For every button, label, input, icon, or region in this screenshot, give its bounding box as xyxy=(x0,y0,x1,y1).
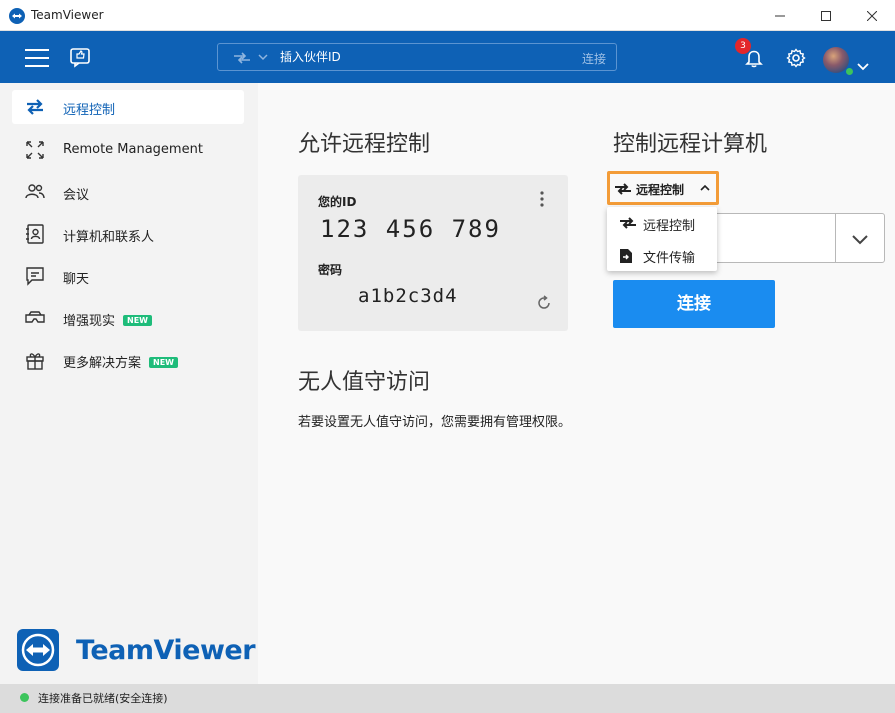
notification-count-badge: 3 xyxy=(735,38,751,54)
connection-mode-toggle[interactable]: 远程控制 xyxy=(607,171,719,205)
new-badge: NEW xyxy=(123,315,152,326)
chevron-down-icon[interactable] xyxy=(857,56,869,75)
ar-goggles-icon xyxy=(25,311,45,323)
sidebar-item-label: 远程控制 xyxy=(63,103,116,118)
sidebar-item-chat[interactable]: 聊天 xyxy=(12,259,244,293)
sidebar: 远程控制 Remote Management 会议 计算机和联系人 聊天 增强现… xyxy=(0,83,258,684)
connection-mode-dropdown: 远程控制 文件传输 xyxy=(607,207,717,271)
new-badge: NEW xyxy=(149,357,178,368)
swap-arrows-icon xyxy=(234,52,250,64)
password-label: 密码 xyxy=(318,263,343,277)
sidebar-item-label: Remote Management xyxy=(63,142,203,157)
sidebar-item-label: 增强现实 NEW xyxy=(63,310,152,329)
partner-id-search[interactable]: 连接 xyxy=(217,43,617,71)
dropdown-item-label: 远程控制 xyxy=(643,219,696,234)
sidebar-item-label: 聊天 xyxy=(63,272,90,287)
close-button[interactable] xyxy=(849,0,895,31)
connection-status-dot xyxy=(20,693,29,702)
dropdown-item-label: 文件传输 xyxy=(643,251,696,266)
feedback-icon[interactable] xyxy=(69,46,91,72)
people-icon xyxy=(25,184,45,199)
sidebar-item-more-solutions[interactable]: 更多解决方案 NEW xyxy=(12,343,244,377)
swap-arrows-icon xyxy=(27,99,43,115)
teamviewer-brand: TeamViewer xyxy=(17,629,256,671)
gear-icon[interactable] xyxy=(786,48,806,72)
sidebar-item-computers-contacts[interactable]: 计算机和联系人 xyxy=(12,217,244,251)
divider xyxy=(835,214,836,262)
maximize-button[interactable] xyxy=(803,0,849,31)
more-options-icon[interactable] xyxy=(540,191,544,211)
control-remote-computer-title: 控制远程计算机 xyxy=(613,132,768,157)
sidebar-item-meeting[interactable]: 会议 xyxy=(12,175,244,209)
chevron-down-icon[interactable] xyxy=(851,231,869,250)
contact-book-icon xyxy=(26,224,44,244)
chat-icon xyxy=(26,267,44,286)
connection-status-text: 连接准备已就绪(安全连接) xyxy=(38,692,168,705)
connect-button[interactable]: 连接 xyxy=(613,280,775,328)
swap-arrows-icon xyxy=(620,217,636,229)
teamviewer-logo-icon xyxy=(9,8,25,24)
title-bar: TeamViewer xyxy=(0,0,895,31)
allow-remote-control-title: 允许远程控制 xyxy=(298,132,431,157)
unattended-access-description: 若要设置无人值守访问，您需要拥有管理权限。 xyxy=(298,415,572,430)
sidebar-item-label: 更多解决方案 NEW xyxy=(63,352,178,371)
sidebar-item-label: 会议 xyxy=(63,188,90,203)
main-content: 允许远程控制 您的ID 123 456 789 密码 a1b2c3d4 无人值守… xyxy=(258,83,895,684)
swap-arrows-icon xyxy=(615,183,631,195)
refresh-password-icon[interactable] xyxy=(536,295,552,315)
connection-mode-label: 远程控制 xyxy=(636,183,685,197)
gift-icon xyxy=(26,353,44,370)
sidebar-item-label: 计算机和联系人 xyxy=(63,230,155,245)
partner-id-input[interactable] xyxy=(280,47,560,67)
file-transfer-icon xyxy=(620,249,632,263)
teamviewer-logo-icon xyxy=(17,629,59,671)
header-connect-link[interactable]: 连接 xyxy=(582,50,606,67)
top-header: 连接 3 xyxy=(0,31,895,83)
id-card: 您的ID 123 456 789 密码 a1b2c3d4 xyxy=(298,175,568,331)
unattended-access-title: 无人值守访问 xyxy=(298,370,431,395)
hamburger-menu-icon[interactable] xyxy=(25,49,49,67)
dropdown-item-file-transfer[interactable]: 文件传输 xyxy=(607,239,717,271)
brand-name: TeamViewer xyxy=(76,635,256,666)
chevron-up-icon xyxy=(700,184,710,191)
your-id-value: 123 456 789 xyxy=(320,215,501,243)
chevron-down-icon[interactable] xyxy=(258,54,268,61)
minimize-button[interactable] xyxy=(757,0,803,31)
password-value: a1b2c3d4 xyxy=(358,285,458,307)
dropdown-item-remote-control[interactable]: 远程控制 xyxy=(607,207,717,239)
online-status-dot xyxy=(845,67,854,76)
expand-arrows-icon xyxy=(26,141,44,159)
sidebar-item-remote-control[interactable]: 远程控制 xyxy=(12,90,244,124)
sidebar-item-remote-management[interactable]: Remote Management xyxy=(12,133,244,167)
sidebar-item-augmented-reality[interactable]: 增强现实 NEW xyxy=(12,301,244,335)
window-title: TeamViewer xyxy=(31,8,104,22)
status-bar: 连接准备已就绪(安全连接) xyxy=(0,684,895,713)
your-id-label: 您的ID xyxy=(318,195,357,209)
